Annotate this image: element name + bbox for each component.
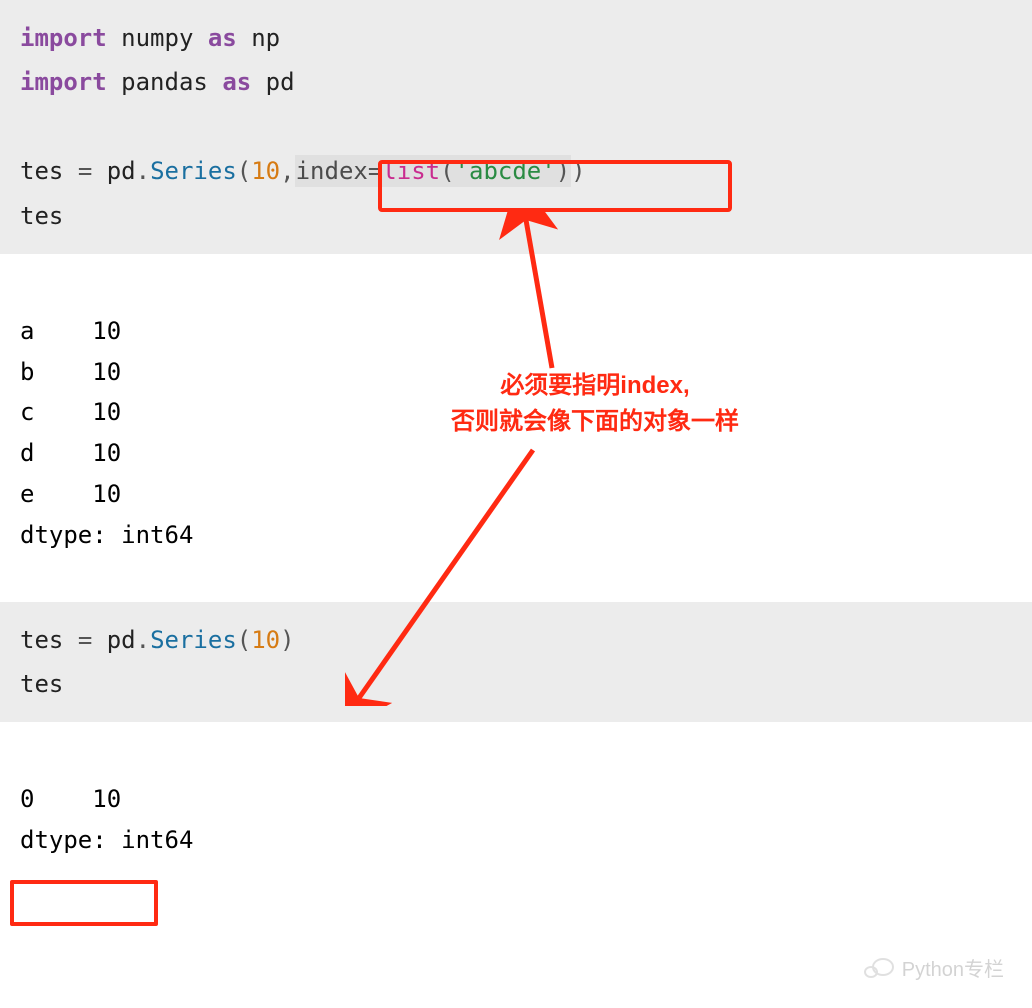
arg-10: 10 bbox=[251, 157, 280, 185]
comma: , bbox=[280, 157, 294, 185]
op-dot: . bbox=[136, 157, 150, 185]
var-tes: tes bbox=[20, 157, 63, 185]
output-cell-1: a 10 b 10 c 10 d 10 e 10 dtype: int64 bbox=[0, 254, 1032, 572]
code-cell-1: import numpy as np import pandas as pd t… bbox=[0, 0, 1032, 254]
str-abcde: 'abcde' bbox=[455, 157, 556, 185]
out-row: e 10 bbox=[20, 480, 121, 508]
out-row: d 10 bbox=[20, 439, 121, 467]
op-eq: = bbox=[78, 157, 92, 185]
keyword-as: as bbox=[208, 24, 237, 52]
out-dtype: dtype: int64 bbox=[20, 521, 193, 549]
keyword-as: as bbox=[222, 68, 251, 96]
highlight-box-output-row bbox=[10, 880, 158, 926]
paren-open-2: ( bbox=[440, 157, 454, 185]
alias-pd: pd bbox=[266, 68, 295, 96]
output-cell-2: 0 10 dtype: int64 bbox=[0, 722, 1032, 876]
out-dtype: dtype: int64 bbox=[20, 826, 193, 854]
paren-close: ) bbox=[280, 626, 294, 654]
paren-close-2: ) bbox=[556, 157, 570, 185]
op-eq: = bbox=[78, 626, 92, 654]
watermark-text: Python专栏 bbox=[902, 953, 1004, 982]
watermark: Python专栏 bbox=[864, 953, 1004, 982]
out-row: c 10 bbox=[20, 398, 121, 426]
arg-10: 10 bbox=[251, 626, 280, 654]
expr-tes: tes bbox=[20, 202, 63, 230]
out-row: a 10 bbox=[20, 317, 121, 345]
out-row: 0 10 bbox=[20, 785, 121, 813]
keyword-import: import bbox=[20, 24, 107, 52]
module-numpy: numpy bbox=[121, 24, 193, 52]
alias-np: np bbox=[251, 24, 280, 52]
call-series: Series bbox=[150, 157, 237, 185]
keyword-import: import bbox=[20, 68, 107, 96]
kwarg-index: index bbox=[296, 157, 368, 185]
call-series: Series bbox=[150, 626, 237, 654]
op-dot: . bbox=[136, 626, 150, 654]
paren-open: ( bbox=[237, 626, 251, 654]
expr-tes: tes bbox=[20, 670, 63, 698]
mod-pd: pd bbox=[107, 626, 136, 654]
module-pandas: pandas bbox=[121, 68, 208, 96]
fn-list: list bbox=[382, 157, 440, 185]
var-tes: tes bbox=[20, 626, 63, 654]
paren-close: ) bbox=[571, 157, 585, 185]
mod-pd: pd bbox=[107, 157, 136, 185]
wechat-icon bbox=[864, 956, 894, 980]
out-row: b 10 bbox=[20, 358, 121, 386]
op-eq2: = bbox=[368, 157, 382, 185]
paren-open: ( bbox=[237, 157, 251, 185]
code-cell-2: tes = pd.Series(10) tes bbox=[0, 602, 1032, 723]
